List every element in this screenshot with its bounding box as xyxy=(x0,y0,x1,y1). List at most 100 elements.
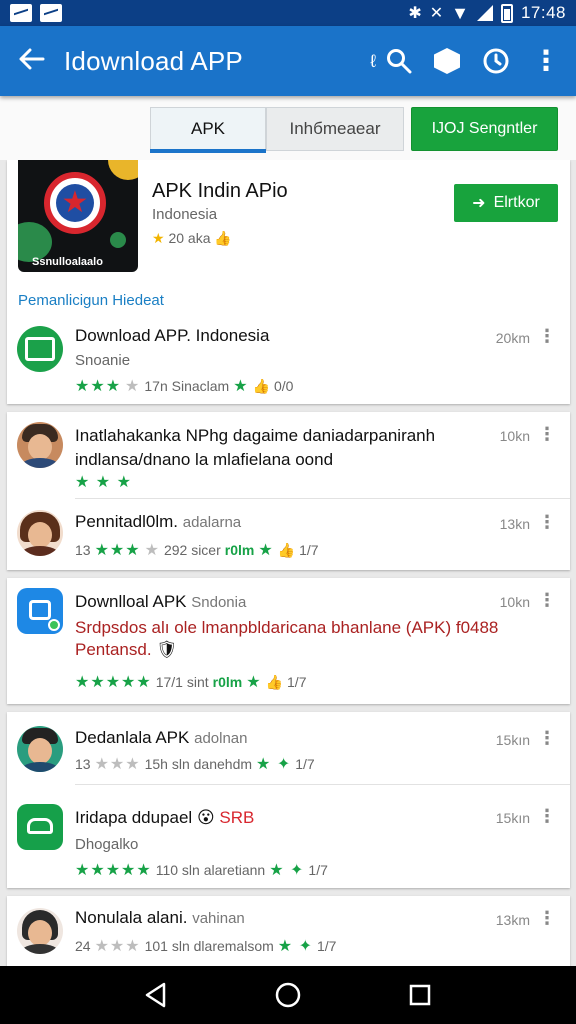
featured-button-label: Elrtkor xyxy=(493,194,540,211)
item-size: 15kın xyxy=(495,732,530,748)
item-title-text: Iridapa ddupael xyxy=(75,808,193,827)
rating-stars: ★★★★★ xyxy=(75,674,152,691)
item-more-icon[interactable]: ⋮ xyxy=(538,590,556,611)
thumbs-up-icon: 👍 xyxy=(252,377,270,394)
item-description: indlansa/dnano la mlafielana oond xyxy=(75,450,334,469)
star-logo-icon: ★ xyxy=(61,186,89,219)
app-card: Nonulala alani. vahinan 24 ★★★ 101 sln d… xyxy=(7,896,570,966)
item-title-light: vahinan xyxy=(192,910,245,927)
package-icon[interactable] xyxy=(434,48,460,74)
featured-subtitle: Indonesia xyxy=(152,206,218,223)
thumbs-up-icon: 👍 xyxy=(277,541,296,558)
item-more-icon[interactable]: ⋮ xyxy=(538,326,556,347)
star-icon: ★ xyxy=(152,230,165,246)
item-title-light: adalarna xyxy=(182,514,242,531)
item-meta-tail: 1/7 xyxy=(295,756,315,772)
app-bar-small-text: ℓ xyxy=(370,50,376,71)
item-title: Download APP. Indonesia xyxy=(75,326,269,346)
page-title: Idownload APP xyxy=(64,45,243,76)
avatar xyxy=(17,510,63,556)
app-card: Downlloal APK Sndonia Srdpsdos alı ole l… xyxy=(7,578,570,704)
item-meta-tail: 1/7 xyxy=(308,862,328,878)
item-description-2-text: Pentansd. xyxy=(75,640,152,659)
item-meta-text: 15h sln danehdm xyxy=(144,756,253,772)
status-bar: ✱ ✕ ▼ 17:48 xyxy=(0,0,576,26)
item-size: 13kn xyxy=(499,516,530,532)
item-title: Dedanlala APK adolnan xyxy=(75,728,248,748)
app-bar: Idownload APP ℓ ⋮ xyxy=(0,26,576,96)
item-title: Pennitadl0lm. adalarna xyxy=(75,512,241,532)
featured-title[interactable]: APK Indin APio xyxy=(152,180,288,203)
item-meta-tail: 1/7 xyxy=(316,938,337,954)
back-arrow-icon[interactable] xyxy=(0,26,64,96)
app-icon xyxy=(17,804,63,850)
item-meta-text: 17n Sinaclam xyxy=(144,378,230,394)
item-meta: ★★★★★ 17/1 sint r0lm ★ 👍 1/7 xyxy=(75,673,307,692)
item-meta: 13 ★★★ ★ 292 sicer r0lm ★ 👍 1/7 xyxy=(75,541,319,560)
item-description-2: Pentansd. 🛡 xyxy=(75,640,545,660)
item-meta-prefix: 13 xyxy=(75,756,91,772)
emoji-icon: 😮 xyxy=(196,808,215,827)
divider xyxy=(75,784,570,785)
item-meta-tail: 1/7 xyxy=(299,542,319,558)
avatar xyxy=(17,726,63,772)
featured-open-button[interactable]: ➜ Elrtkor xyxy=(454,184,558,222)
item-meta-text: 17/1 sint xyxy=(155,674,209,690)
item-meta-text: 110 sln alaretiann xyxy=(155,862,266,878)
item-size: 15kın xyxy=(495,810,530,826)
item-meta-prefix: 13 xyxy=(75,542,91,558)
battery-icon xyxy=(500,3,513,23)
thumbs-up-icon: 👍 xyxy=(265,673,284,690)
wifi-icon: ▼ xyxy=(451,2,469,23)
mute-icon: ✕ xyxy=(429,5,444,22)
signal-icon xyxy=(476,5,493,21)
featured-card: ★ Ssnulloalaalo APK Indin APio Indonesia… xyxy=(7,160,570,404)
tab-info[interactable]: Inhбmeaear xyxy=(266,107,404,151)
item-meta: 24 ★★★ 101 sln dlaremalsom ★ ✦ 1/7 xyxy=(75,938,337,955)
item-meta: ★★★ ★ 17n Sinaclam ★ 👍 0/0 xyxy=(75,377,294,396)
item-more-icon[interactable]: ⋮ xyxy=(538,512,556,533)
arrow-right-icon: ➜ xyxy=(472,195,486,212)
item-meta-tail: 1/7 xyxy=(287,674,307,690)
back-triangle-icon[interactable] xyxy=(136,975,176,1015)
avatar xyxy=(17,908,63,954)
item-title-text: Nonulala alani. xyxy=(75,908,188,927)
rating-stars: ★★★ xyxy=(94,938,141,955)
item-more-icon[interactable]: ⋮ xyxy=(538,728,556,749)
item-meta: ★★★★★ 110 sln alaretiann ★ ✦ 1/7 xyxy=(75,862,328,879)
item-more-icon[interactable]: ⋮ xyxy=(538,424,556,445)
item-title-text: Pennitadl0lm. xyxy=(75,512,179,531)
item-description: Srdpsdos alı ole lmanpbldaricana bhanlan… xyxy=(75,618,545,638)
item-title: Inatlahakanka NPhg dagaime daniadarpanir… xyxy=(75,426,436,445)
clock: 17:48 xyxy=(520,3,566,22)
notification-image-icon xyxy=(10,4,32,22)
divider xyxy=(75,498,570,499)
item-more-icon[interactable]: ⋮ xyxy=(538,908,556,929)
featured-rating-text: 20 aka xyxy=(168,230,211,246)
item-meta-green: r0lm xyxy=(212,674,243,690)
item-size: 20km xyxy=(495,330,530,346)
featured-app-image[interactable]: ★ Ssnulloalaalo xyxy=(18,160,138,272)
rating-stars: ★★★ xyxy=(94,756,141,773)
tab-bar: APK Inhбmeaear IJOJ Sengntler xyxy=(0,96,576,160)
rating-stars: ★★★ xyxy=(75,378,122,395)
item-title-red: SRB xyxy=(219,808,255,827)
history-icon[interactable] xyxy=(482,47,510,75)
more-vert-icon[interactable]: ⋮ xyxy=(532,47,560,75)
home-circle-icon[interactable] xyxy=(268,975,308,1015)
rating-stars: ★★★★★ xyxy=(75,862,152,879)
recents-square-icon[interactable] xyxy=(400,975,440,1015)
item-meta-green: r0lm xyxy=(224,542,255,558)
system-nav-bar xyxy=(0,966,576,1024)
bluetooth-icon: ✱ xyxy=(408,5,422,22)
featured-rating: ★ 20 aka 👍 xyxy=(152,230,232,247)
item-title-text: Downlloal APK xyxy=(75,592,187,611)
tab-apk[interactable]: APK xyxy=(150,107,266,153)
item-subtitle: Snoanie xyxy=(75,352,131,369)
list-item[interactable]: Download APP. Indonesia Snoanie ★★★ ★ 17n… xyxy=(7,320,570,404)
tab-green-action-button[interactable]: IJOJ Sengntler xyxy=(411,107,558,151)
thumbs-up-icon: 👍 xyxy=(214,230,232,246)
search-icon[interactable] xyxy=(386,48,412,74)
item-more-icon[interactable]: ⋮ xyxy=(538,806,556,827)
app-icon xyxy=(17,326,63,372)
